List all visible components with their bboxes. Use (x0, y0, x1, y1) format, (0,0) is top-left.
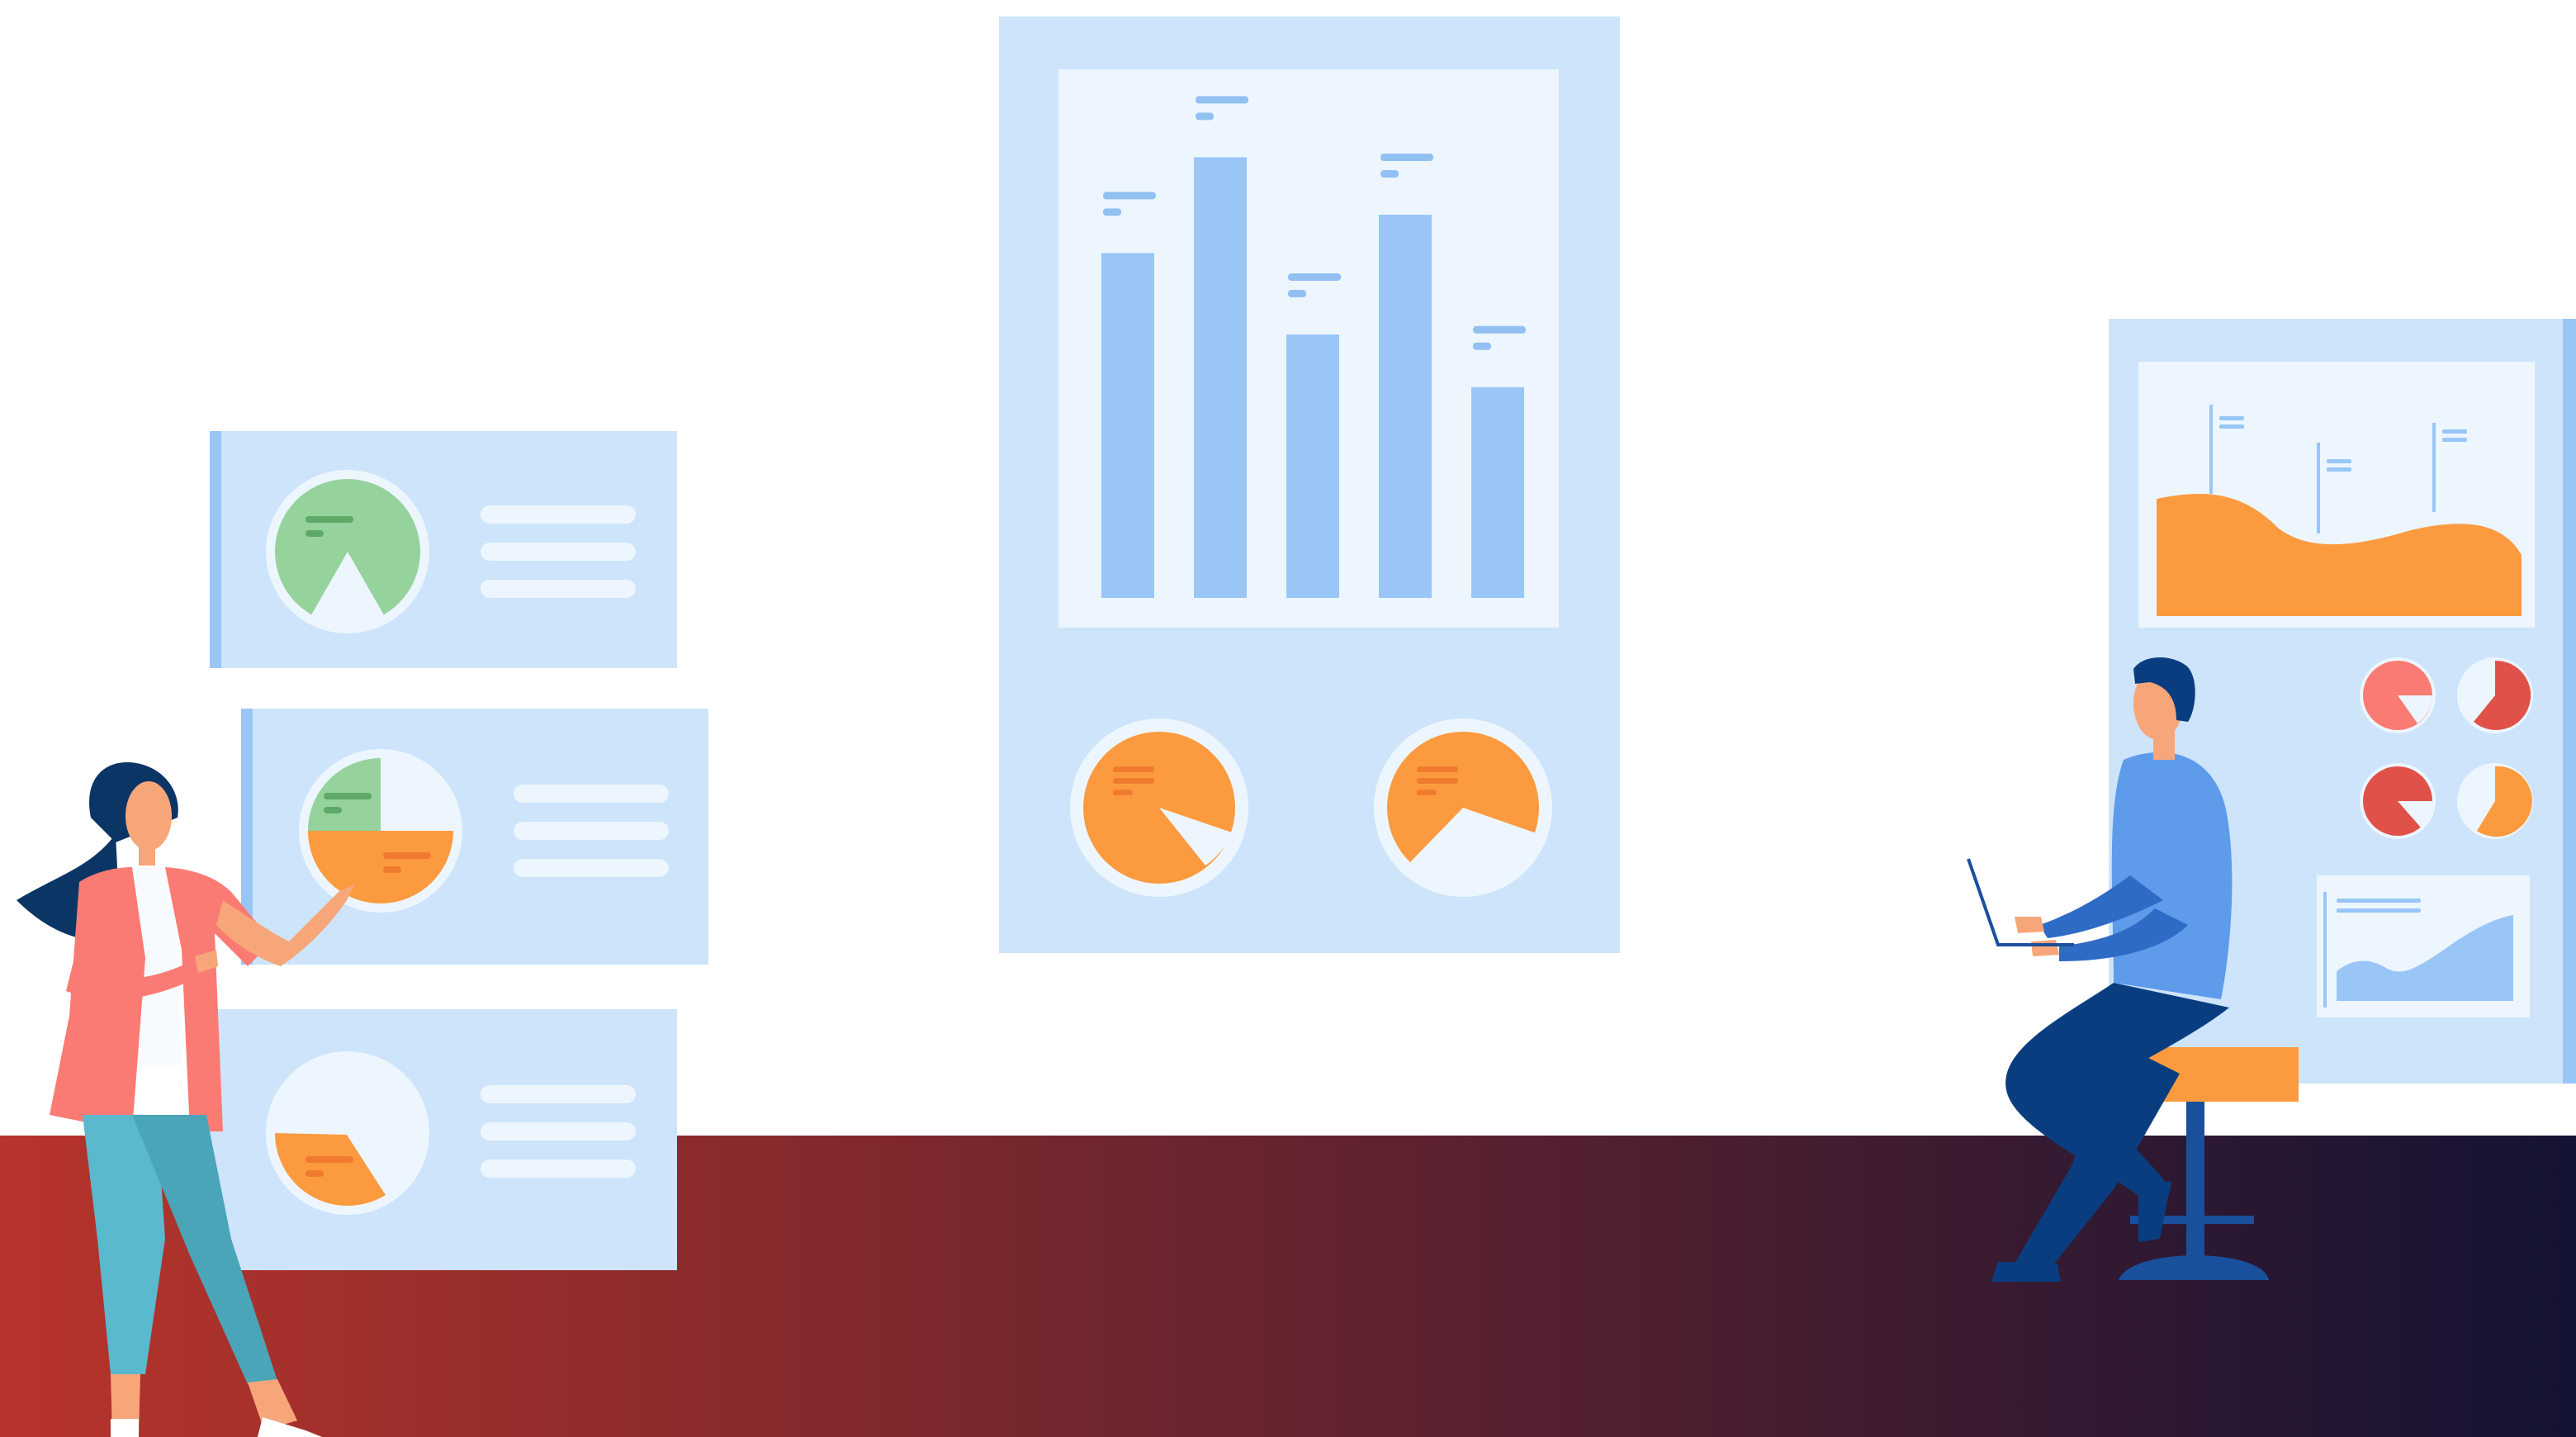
bar (1471, 387, 1524, 598)
bar-label (1473, 342, 1491, 350)
bar-label (1288, 290, 1306, 297)
bar (1101, 253, 1154, 598)
illustration (0, 17, 2576, 1437)
info-card-1 (210, 431, 677, 668)
bar-label (1196, 112, 1214, 121)
pie-chart-icon (2457, 763, 2533, 839)
pie-chart-icon (2360, 763, 2436, 839)
bar-label (1380, 154, 1433, 161)
pie-chart-icon (1374, 718, 1552, 897)
bar-label (1103, 192, 1156, 200)
pie-chart-icon (2457, 657, 2533, 733)
bar-label (1288, 273, 1341, 281)
bar-label (1196, 96, 1248, 104)
bar-label (1473, 325, 1526, 334)
bar (1379, 215, 1432, 598)
pie-chart-icon (2360, 657, 2436, 733)
bar (1286, 334, 1339, 598)
area-chart-icon (2317, 875, 2530, 1017)
bar-label (1380, 170, 1399, 178)
bar (1194, 157, 1247, 598)
bar-label (1103, 208, 1121, 216)
center-board (999, 17, 1620, 953)
info-card-3 (210, 1009, 677, 1270)
pie-chart-icon (1070, 718, 1248, 897)
